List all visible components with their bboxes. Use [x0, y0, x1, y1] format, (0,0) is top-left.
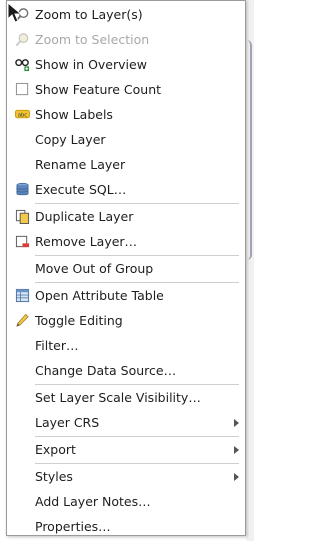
menu-item-label: Show in Overview	[35, 57, 147, 72]
menu-item-label: Show Feature Count	[35, 82, 162, 97]
map-feature-outline	[247, 40, 252, 260]
layer-context-menu: Zoom to Layer(s) Zoom to Selection Show …	[6, 0, 246, 536]
menu-item-execute-sql[interactable]: Execute SQL…	[7, 177, 245, 202]
menu-item-filter[interactable]: Filter…	[7, 333, 245, 358]
svg-text:abc: abc	[18, 112, 27, 118]
menu-item-zoom-to-layers[interactable]: Zoom to Layer(s)	[7, 2, 245, 27]
menu-item-toggle-editing[interactable]: Toggle Editing	[7, 308, 245, 333]
pencil-icon	[16, 313, 29, 327]
submenu-arrow-icon	[234, 446, 239, 454]
menu-item-label: Copy Layer	[35, 132, 106, 147]
magnifier-selection-icon	[15, 33, 29, 47]
menu-item-label: Filter…	[35, 338, 79, 353]
menu-item-label: Properties…	[35, 519, 111, 534]
menu-item-label: Show Labels	[35, 107, 113, 122]
menu-item-duplicate-layer[interactable]: Duplicate Layer	[7, 204, 245, 229]
menu-item-label: Open Attribute Table	[35, 288, 164, 303]
menu-item-remove-layer[interactable]: Remove Layer…	[7, 229, 245, 254]
menu-item-label: Export	[35, 442, 76, 457]
menu-item-label: Move Out of Group	[35, 261, 154, 276]
checkbox-icon	[15, 82, 29, 96]
menu-item-label: Rename Layer	[35, 157, 126, 172]
mouse-pointer-icon	[7, 2, 23, 23]
menu-item-open-attribute-table[interactable]: Open Attribute Table	[7, 283, 245, 308]
labels-icon: abc	[15, 109, 30, 118]
menu-item-label: Change Data Source…	[35, 363, 177, 378]
menu-item-label: Zoom to Selection	[35, 32, 150, 47]
menu-item-label: Toggle Editing	[35, 313, 123, 328]
menu-item-show-feature-count[interactable]: Show Feature Count	[7, 77, 245, 102]
menu-item-show-in-overview[interactable]: Show in Overview	[7, 52, 245, 77]
table-icon	[15, 288, 30, 303]
submenu-arrow-icon	[234, 473, 239, 481]
menu-item-copy-layer[interactable]: Copy Layer	[7, 127, 245, 152]
menu-item-properties[interactable]: Properties…	[7, 514, 245, 539]
menu-item-styles[interactable]: Styles	[7, 464, 245, 489]
menu-item-zoom-to-selection[interactable]: Zoom to Selection	[7, 27, 245, 52]
menu-item-add-layer-notes[interactable]: Add Layer Notes…	[7, 489, 245, 514]
menu-item-label: Set Layer Scale Visibility…	[35, 390, 201, 405]
database-icon	[16, 182, 29, 196]
menu-item-label: Styles	[35, 469, 73, 484]
menu-item-show-labels[interactable]: abc Show Labels	[7, 102, 245, 127]
menu-item-set-layer-scale-visibility[interactable]: Set Layer Scale Visibility…	[7, 385, 245, 410]
menu-item-label: Duplicate Layer	[35, 209, 134, 224]
menu-item-export[interactable]: Export	[7, 437, 245, 462]
menu-item-move-out-of-group[interactable]: Move Out of Group	[7, 256, 245, 281]
duplicate-layer-icon	[15, 209, 30, 224]
menu-item-label: Layer CRS	[35, 415, 100, 430]
menu-item-layer-crs[interactable]: Layer CRS	[7, 410, 245, 435]
menu-item-label: Zoom to Layer(s)	[35, 7, 143, 22]
menu-item-label: Add Layer Notes…	[35, 494, 151, 509]
menu-item-label: Execute SQL…	[35, 182, 127, 197]
remove-layer-icon	[15, 235, 30, 248]
menu-item-label: Remove Layer…	[35, 234, 138, 249]
menu-item-rename-layer[interactable]: Rename Layer	[7, 152, 245, 177]
glasses-icon	[15, 59, 30, 72]
submenu-arrow-icon	[234, 419, 239, 427]
menu-item-change-data-source[interactable]: Change Data Source…	[7, 358, 245, 383]
